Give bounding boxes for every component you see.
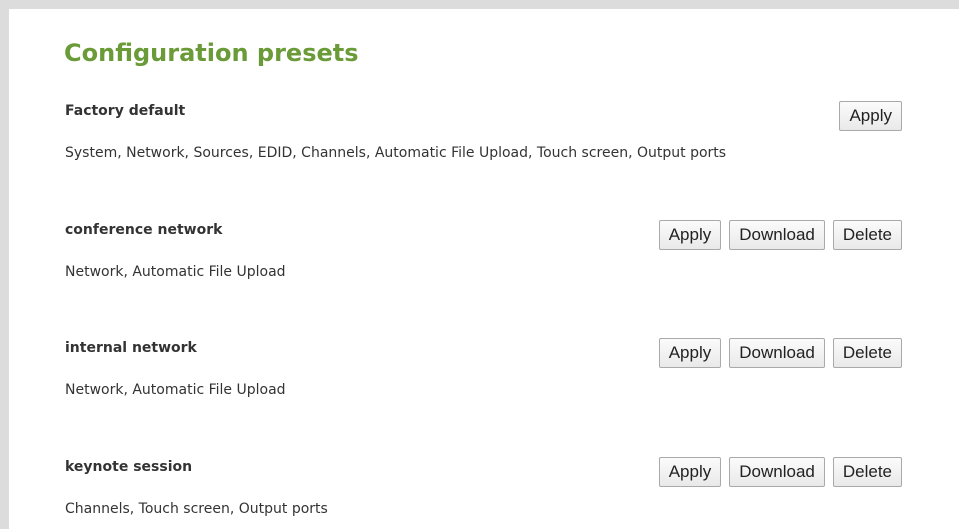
preset-description-keynote-session: Channels, Touch screen, Output ports [65,501,328,517]
delete-button-keynote-session[interactable]: Delete [832,457,902,487]
preset-actions-conference-network: Apply Download Delete [658,220,902,250]
preset-description-factory-default: System, Network, Sources, EDID, Channels… [65,145,727,161]
preset-name-internal-network: internal network [65,340,197,356]
preset-description-conference-network: Network, Automatic File Upload [65,264,286,280]
configuration-presets-panel: Configuration presets Factory default Ap… [0,0,959,529]
preset-name-conference-network: conference network [65,222,223,238]
preset-actions-keynote-session: Apply Download Delete [658,457,902,487]
preset-actions-internal-network: Apply Download Delete [658,338,902,368]
download-button-keynote-session[interactable]: Download [729,457,825,487]
delete-button-internal-network[interactable]: Delete [832,338,902,368]
apply-button-conference-network[interactable]: Apply [658,220,722,250]
preset-actions-factory-default: Apply [839,101,902,131]
page-title: Configuration presets [64,39,359,67]
delete-button-conference-network[interactable]: Delete [832,220,902,250]
apply-button-factory-default[interactable]: Apply [839,101,902,131]
apply-button-internal-network[interactable]: Apply [658,338,722,368]
download-button-internal-network[interactable]: Download [729,338,825,368]
preset-name-factory-default: Factory default [65,103,186,119]
download-button-conference-network[interactable]: Download [729,220,825,250]
preset-description-internal-network: Network, Automatic File Upload [65,382,286,398]
apply-button-keynote-session[interactable]: Apply [658,457,722,487]
preset-name-keynote-session: keynote session [65,459,193,475]
